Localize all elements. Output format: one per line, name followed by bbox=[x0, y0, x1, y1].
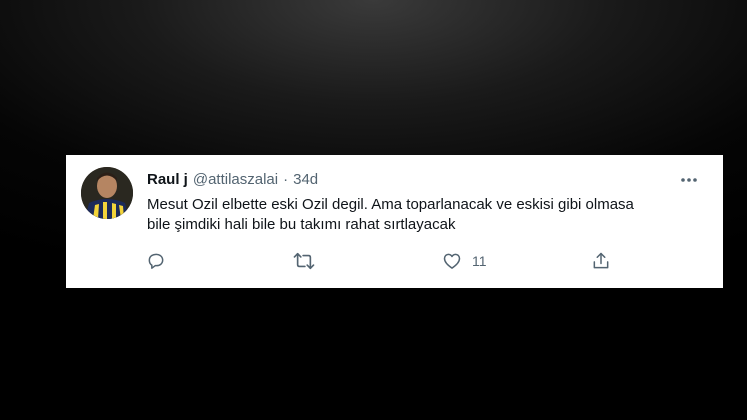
more-options-button[interactable] bbox=[677, 171, 701, 189]
retweet-button[interactable] bbox=[293, 250, 315, 272]
avatar[interactable] bbox=[81, 167, 133, 219]
user-handle[interactable]: @attilaszalai bbox=[193, 170, 278, 190]
speech-bubble-icon bbox=[148, 253, 164, 269]
share-button[interactable] bbox=[591, 250, 611, 272]
display-name[interactable]: Raul j bbox=[147, 170, 188, 190]
more-horizontal-icon bbox=[681, 178, 697, 182]
retweet-arrows-icon bbox=[293, 252, 315, 270]
separator-dot: · bbox=[283, 171, 289, 188]
like-button[interactable]: 11 bbox=[442, 250, 487, 272]
tweet-age[interactable]: 34d bbox=[293, 170, 318, 190]
tweet-text-line: Mesut Ozil elbette eski Ozil degil. Ama … bbox=[147, 196, 634, 213]
tweet-text: Mesut Ozil elbette eski Ozil degil. Ama … bbox=[147, 195, 687, 235]
share-upload-icon bbox=[593, 252, 609, 269]
heart-icon bbox=[443, 253, 461, 269]
reply-button[interactable] bbox=[146, 250, 166, 272]
like-count: 11 bbox=[472, 253, 487, 269]
tweet-header: Raul j @attilaszalai · 34d bbox=[147, 170, 318, 190]
tweet-text-line: bile şimdiki hali bile bu takımı rahat s… bbox=[147, 216, 456, 233]
tweet-card[interactable]: Raul j @attilaszalai · 34d Mesut Ozil el… bbox=[66, 155, 723, 288]
